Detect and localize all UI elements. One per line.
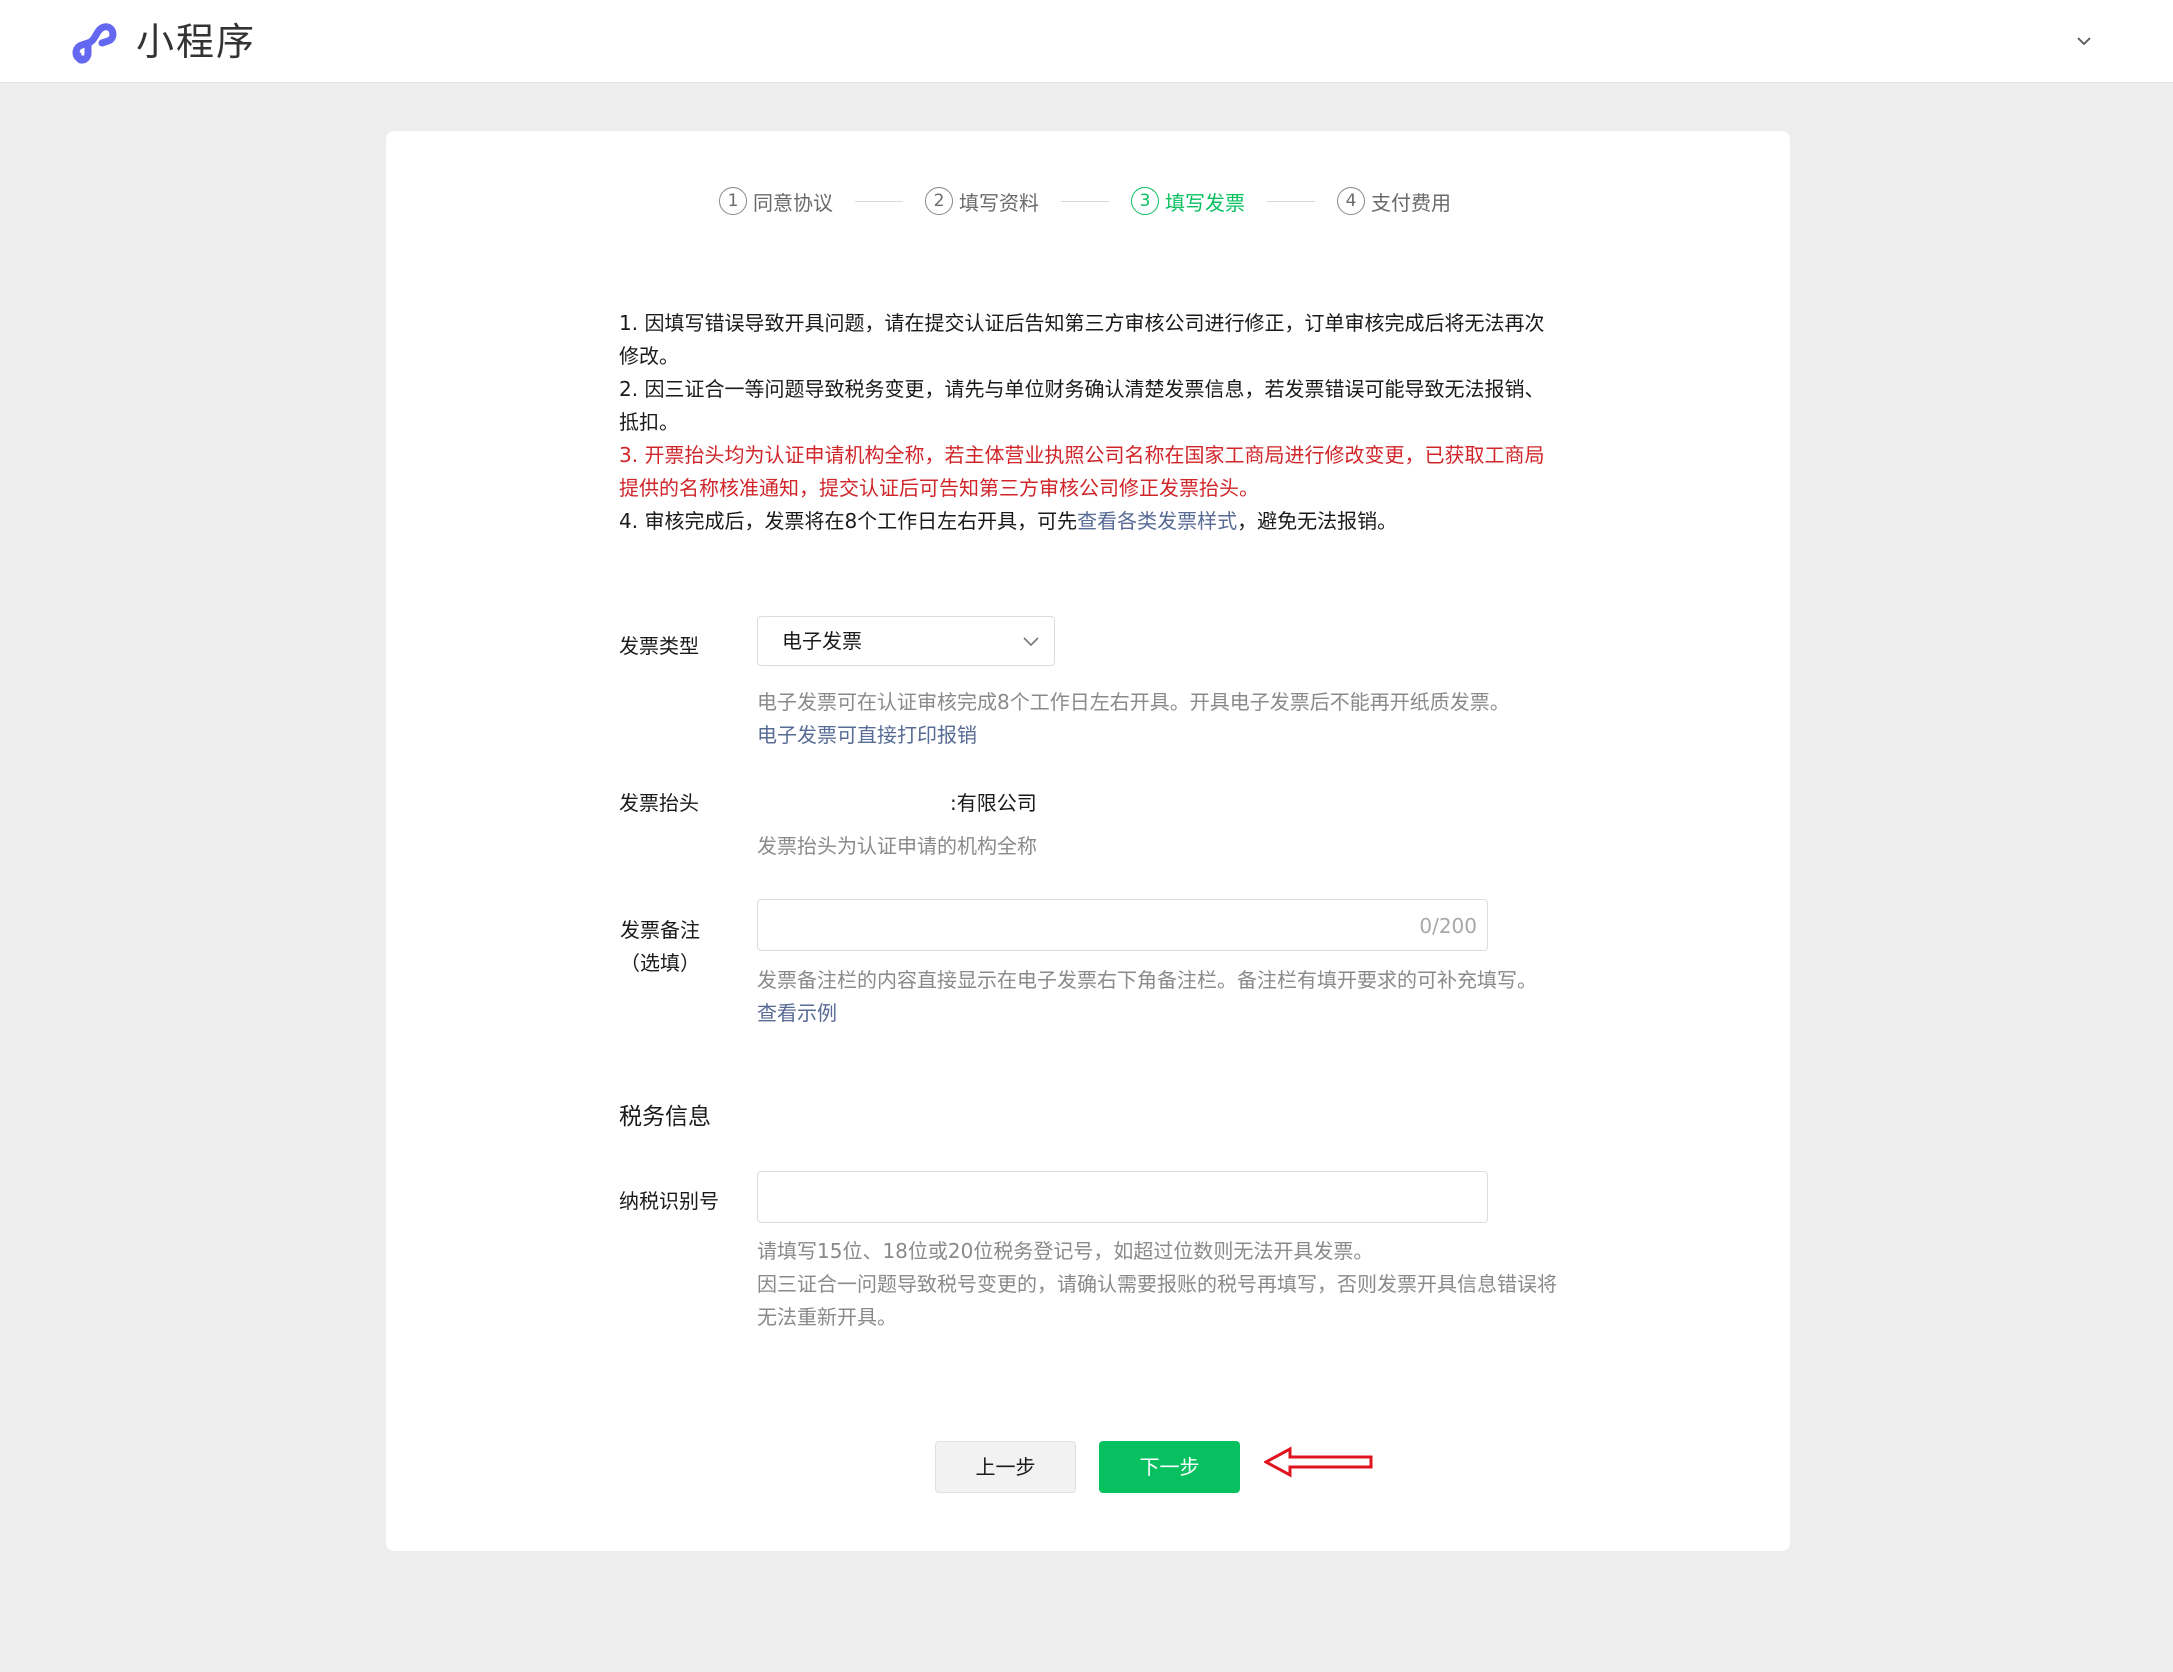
notice-line-4: 4. 审核完成后，发票将在8个工作日左右开具，可先查看各类发票样式，避免无法报销…: [619, 505, 1559, 538]
taxpayer-id-hint-line-2: 因三证合一问题导致税号变更的，请确认需要报账的税号再填写，否则发票开具信息错误将…: [757, 1272, 1557, 1329]
step-label: 填写资料: [959, 190, 1039, 215]
tax-info-section-title: 税务信息: [619, 1104, 711, 1130]
taxpayer-id-label: 纳税识别号: [619, 1189, 719, 1213]
step-number: 1: [719, 187, 747, 215]
step-indicator: 1 同意协议 2 填写资料 3 填写发票 4 支付费用: [719, 184, 1451, 218]
step-number: 2: [925, 187, 953, 215]
step-divider: [855, 200, 903, 202]
invoice-type-selected: 电子发票: [782, 629, 862, 653]
top-bar: 小程序: [0, 0, 2173, 83]
notice-line-1: 1. 因填写错误导致开具问题，请在提交认证后告知第三方审核公司进行修正，订单审核…: [619, 311, 1545, 368]
invoice-type-hint-text: 电子发票可在认证审核完成8个工作日左右开具。开具电子发票后不能再开纸质发票。: [757, 690, 1510, 714]
invoice-title-hint-text: 发票抬头为认证申请的机构全称: [757, 834, 1037, 858]
notice-line-4-tail: ，避免无法报销。: [1237, 509, 1398, 533]
chevron-down-icon[interactable]: [2073, 30, 2095, 52]
taxpayer-id-hint: 请填写15位、18位或20位税务登记号，如超过位数则无法开具发票。 因三证合一问…: [757, 1235, 1567, 1334]
invoice-title-label: 发票抬头: [619, 791, 699, 815]
previous-step-button[interactable]: 上一步: [935, 1441, 1076, 1493]
invoice-remark-label-main: 发票备注: [620, 918, 700, 942]
mini-program-logo-icon: [72, 23, 117, 64]
step-fill-info: 2 填写资料: [925, 187, 1039, 216]
invoice-remark-label: 发票备注 （选填）: [619, 914, 701, 980]
invoice-title-value: :有限公司: [950, 791, 1037, 815]
step-divider: [1061, 200, 1109, 202]
step-divider: [1267, 200, 1315, 202]
step-agree: 1 同意协议: [719, 187, 833, 216]
invoice-remark-hint-text: 发票备注栏的内容直接显示在电子发票右下角备注栏。备注栏有填开要求的可补充填写。: [757, 968, 1537, 992]
electronic-invoice-print-link[interactable]: 电子发票可直接打印报销: [757, 719, 1567, 752]
invoice-remark-input[interactable]: 0/200: [757, 899, 1488, 951]
step-number: 4: [1337, 187, 1365, 215]
notice-line-4-text: 4. 审核完成后，发票将在8个工作日左右开具，可先: [619, 509, 1078, 533]
view-example-link[interactable]: 查看示例: [757, 997, 1567, 1030]
taxpayer-id-hint-line-1: 请填写15位、18位或20位税务登记号，如超过位数则无法开具发票。: [757, 1239, 1374, 1263]
red-arrow-annotation-icon: [1264, 1446, 1373, 1478]
character-counter: 0/200: [1419, 914, 1477, 938]
app-title: 小程序: [136, 20, 257, 64]
notice-line-3-warning: 3. 开票抬头均为认证申请机构全称，若主体营业执照公司名称在国家工商局进行修改变…: [619, 443, 1545, 500]
invoice-remark-hint: 发票备注栏的内容直接显示在电子发票右下角备注栏。备注栏有填开要求的可补充填写。 …: [757, 964, 1567, 1030]
step-fill-invoice: 3 填写发票: [1131, 187, 1245, 216]
taxpayer-id-input[interactable]: [757, 1171, 1488, 1223]
invoice-type-select[interactable]: 电子发票: [757, 616, 1055, 666]
invoice-notice: 1. 因填写错误导致开具问题，请在提交认证后告知第三方审核公司进行修正，订单审核…: [619, 307, 1559, 538]
chevron-down-icon: [1023, 637, 1039, 647]
step-label: 填写发票: [1165, 190, 1245, 215]
view-invoice-styles-link[interactable]: 查看各类发票样式: [1077, 509, 1237, 533]
invoice-type-hint: 电子发票可在认证审核完成8个工作日左右开具。开具电子发票后不能再开纸质发票。 电…: [757, 686, 1567, 752]
step-pay: 4 支付费用: [1337, 187, 1451, 216]
step-number: 3: [1131, 187, 1159, 215]
notice-line-2: 2. 因三证合一等问题导致税务变更，请先与单位财务确认清楚发票信息，若发票错误可…: [619, 377, 1545, 434]
invoice-remark-label-optional: （选填）: [620, 951, 700, 975]
step-label: 同意协议: [753, 190, 833, 215]
next-step-button[interactable]: 下一步: [1099, 1441, 1240, 1493]
invoice-title-hint: 发票抬头为认证申请的机构全称: [757, 830, 1567, 863]
invoice-type-label: 发票类型: [619, 634, 699, 658]
step-label: 支付费用: [1371, 190, 1451, 215]
